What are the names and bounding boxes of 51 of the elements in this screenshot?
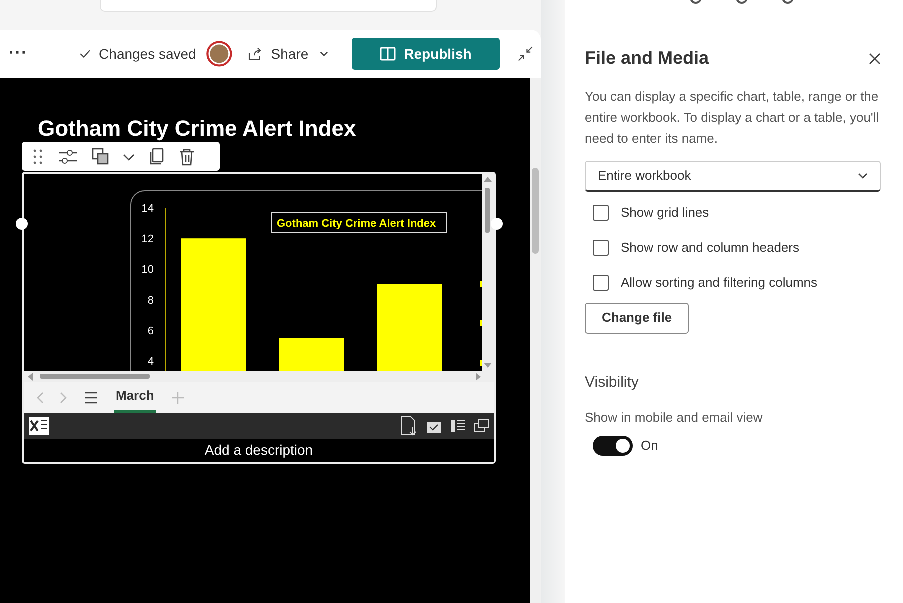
page-title: Gotham City Crime Alert Index [38, 116, 358, 142]
change-file-button[interactable]: Change file [585, 302, 690, 334]
scrollbar[interactable] [530, 78, 541, 603]
toggle-switch[interactable] [593, 436, 633, 456]
y-axis-label: 8 [148, 294, 154, 307]
scrollbar-thumb[interactable] [532, 168, 539, 254]
book-icon[interactable] [450, 419, 466, 433]
resize-handle[interactable] [491, 218, 503, 230]
scrollbar[interactable] [482, 174, 494, 371]
layers-icon[interactable] [92, 148, 109, 165]
chart-bar [279, 338, 344, 371]
delete-icon[interactable] [178, 148, 196, 166]
chart-title: Gotham City Crime Alert Index [272, 212, 448, 234]
popout-icon[interactable] [474, 419, 490, 433]
section-heading: Visibility [585, 372, 640, 393]
workbook-select[interactable]: Entire workbook [585, 160, 881, 192]
select-value: Entire workbook [598, 166, 692, 185]
checkbox[interactable] [593, 205, 609, 222]
caret-icon[interactable] [123, 152, 135, 162]
republish-button[interactable]: Republish [352, 38, 500, 70]
book-icon [380, 46, 396, 62]
y-axis-label: 6 [148, 325, 154, 338]
scrollbar[interactable] [24, 371, 494, 382]
caret-icon[interactable] [320, 49, 328, 59]
y-axis-label: 10 [142, 264, 154, 276]
excel-icon [28, 416, 50, 436]
checkbox-label: Show grid lines [621, 204, 710, 222]
y-axis-label: 14 [142, 203, 154, 215]
share-icon[interactable] [247, 45, 262, 63]
avatar[interactable] [206, 38, 234, 70]
caret-icon [858, 172, 868, 180]
checkbox[interactable] [593, 275, 609, 292]
collapse-icon[interactable] [518, 45, 533, 63]
checkbox-label: Allow sorting and filtering columns [621, 274, 818, 292]
panel-title: File and Media [585, 48, 710, 70]
menu-icon[interactable] [84, 392, 98, 404]
toggle-label: Show in mobile and email view [585, 409, 764, 428]
y-axis-label: 4 [148, 356, 154, 368]
help-text: You can display a specific chart, table, range or the entire workbook. To display a chart or a table, you'll need to enter its name. [585, 88, 880, 148]
checkbox[interactable] [593, 240, 609, 256]
close-icon[interactable] [869, 52, 881, 65]
drag-handle-icon[interactable] [32, 148, 44, 166]
download-icon[interactable] [400, 416, 418, 436]
checkbox-label: Show row and column headers [621, 239, 800, 258]
more-button[interactable]: ··· [8, 41, 29, 67]
status-text: Changes saved [99, 44, 196, 64]
copy-icon[interactable] [149, 148, 164, 165]
toggle-state: On [641, 436, 658, 455]
y-axis-label: 12 [142, 234, 154, 246]
resize-handle[interactable] [16, 218, 28, 230]
share-button[interactable]: Share [270, 42, 310, 66]
